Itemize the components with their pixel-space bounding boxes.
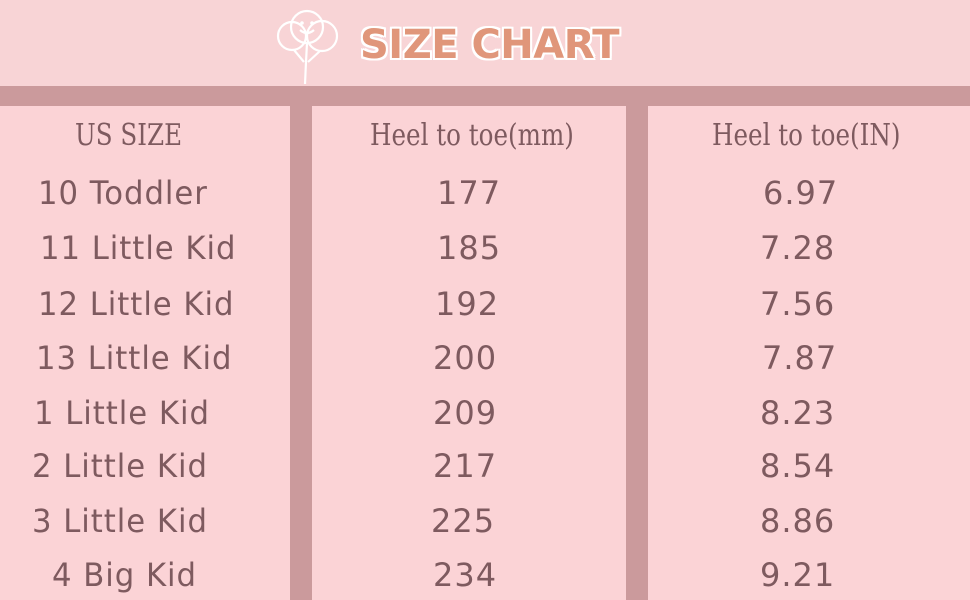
inch-cell: 8.23 [760, 394, 836, 432]
balloons-icon [276, 9, 339, 85]
size-cell: 4 Big Kid [52, 556, 198, 594]
inch-cell: 8.54 [760, 447, 836, 485]
mm-cell: 225 [431, 502, 496, 540]
inch-cell: 7.87 [762, 339, 838, 377]
size-cell: 1 Little Kid [34, 394, 210, 432]
mm-cell: 192 [435, 285, 500, 323]
column-header-us-size: US SIZE [75, 118, 183, 153]
header: SIZE CHART [0, 0, 970, 86]
size-cell: 3 Little Kid [32, 502, 208, 540]
inch-cell: 7.56 [760, 285, 836, 323]
size-cell: 11 Little Kid [40, 229, 237, 267]
mm-cell: 217 [433, 447, 498, 485]
size-cell: 12 Little Kid [38, 285, 235, 323]
inch-cell: 8.86 [760, 502, 836, 540]
inch-cell: 9.21 [760, 556, 836, 594]
header-divider [0, 86, 970, 106]
size-cell: 10 Toddler [38, 174, 208, 212]
column-divider [290, 86, 312, 600]
page-title: SIZE CHART [360, 22, 620, 68]
column-header-mm: Heel to toe(mm) [370, 118, 574, 153]
size-cell: 13 Little Kid [36, 339, 233, 377]
column-divider [626, 86, 648, 600]
mm-cell: 200 [433, 339, 498, 377]
column-header-inches: Heel to toe(IN) [712, 118, 901, 153]
mm-cell: 185 [437, 229, 502, 267]
mm-cell: 177 [437, 174, 502, 212]
inch-cell: 6.97 [763, 174, 839, 212]
mm-cell: 209 [433, 394, 498, 432]
inch-cell: 7.28 [760, 229, 836, 267]
mm-cell: 234 [433, 556, 498, 594]
size-cell: 2 Little Kid [32, 447, 208, 485]
